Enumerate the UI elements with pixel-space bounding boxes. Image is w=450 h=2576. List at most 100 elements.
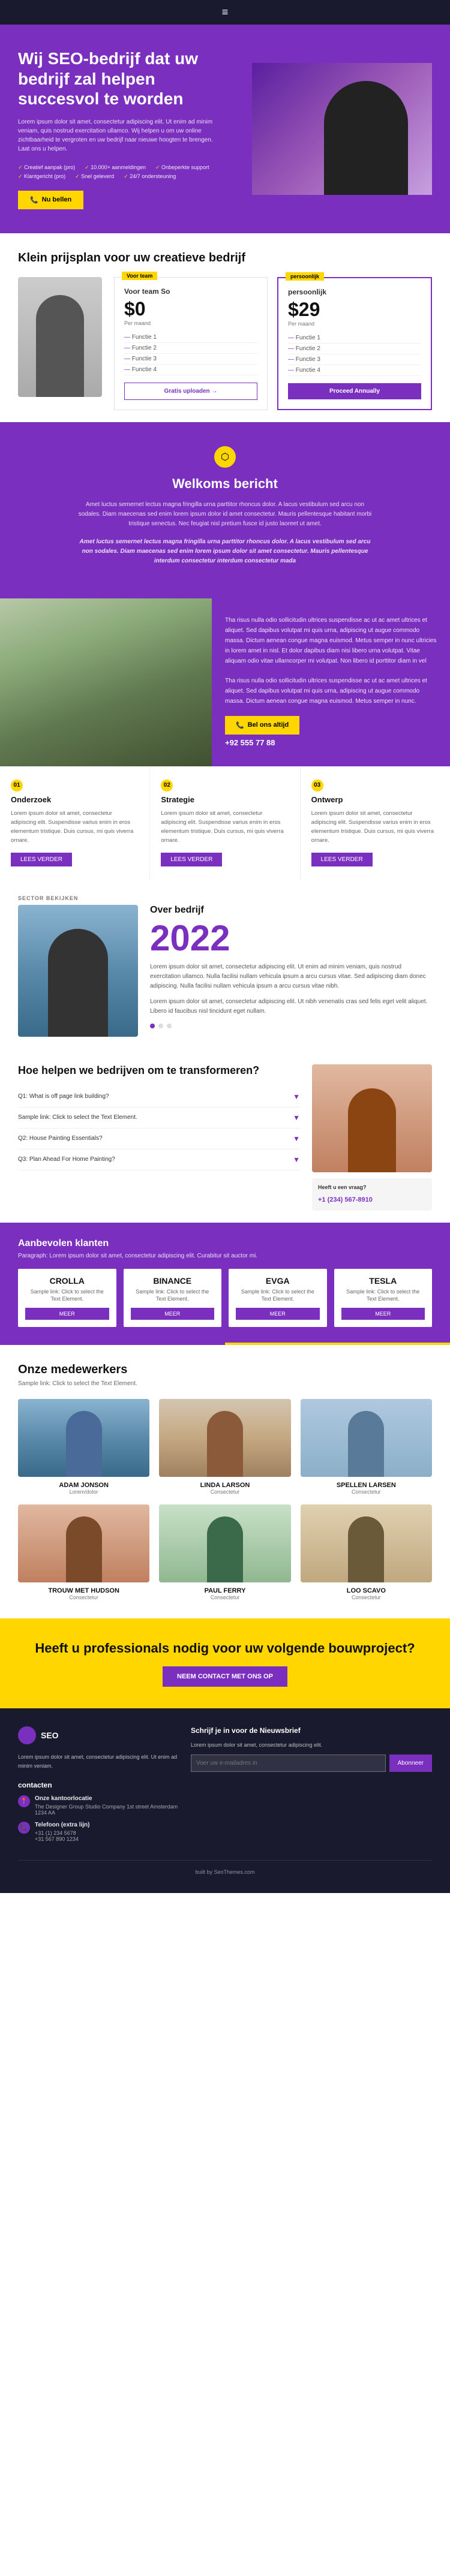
service-cta-3[interactable]: LEES VERDER bbox=[311, 853, 373, 866]
clients-desc: Paragraph: Lorem ipsum dolor sit amet, c… bbox=[18, 1253, 432, 1259]
over-label: SECTOR BEKIJKEN bbox=[18, 895, 432, 901]
newsletter-form: Abonneer bbox=[191, 1755, 432, 1772]
faq-contact-box: Heeft u een vraag? +1 (234) 567-8910 bbox=[312, 1178, 432, 1211]
footer-phone-label: Telefoon (extra lijn) bbox=[35, 1822, 90, 1828]
cta-title: Heeft u professionals nodig voor uw volg… bbox=[18, 1640, 432, 1657]
welcome-body: Amet luctus semernet lectus magna fringi… bbox=[75, 500, 375, 529]
services-section: 01 Onderzoek Lorem ipsum dolor sit amet,… bbox=[0, 766, 450, 880]
building-bg bbox=[0, 598, 212, 766]
personal-card-header: persoonlijk bbox=[288, 288, 421, 296]
footer-logo-circle bbox=[18, 1726, 36, 1744]
client-desc-1: Sample link: Click to select the Text El… bbox=[25, 1288, 109, 1303]
team-silhouette-2 bbox=[207, 1411, 243, 1477]
content-section: Tha risus nulla odio sollicitudin ultric… bbox=[0, 598, 450, 766]
personal-period: Per maand bbox=[288, 321, 421, 327]
footer-contact-desc: Lorem ipsum dolor sit amet, consectetur … bbox=[18, 1753, 179, 1770]
content-phone-label: Bel ons altijd bbox=[248, 721, 289, 729]
faq-left: Hoe helpen we bedrijven om te transforme… bbox=[18, 1064, 300, 1211]
faq-person-image bbox=[312, 1064, 432, 1172]
service-body-2: Lorem ipsum dolor sit amet, consectetur … bbox=[161, 809, 289, 845]
hero-person-silhouette bbox=[324, 81, 408, 195]
dot-2[interactable] bbox=[158, 1024, 163, 1028]
team-card-tag: Voor team bbox=[122, 272, 157, 280]
navbar: ≡ bbox=[0, 0, 450, 25]
team-role-5: Consectetur bbox=[159, 1594, 290, 1600]
clients-grid: CROLLA Sample link: Click to select the … bbox=[18, 1269, 432, 1327]
pricing-team-card: Voor team Voor team So $0 Per maand Func… bbox=[114, 277, 268, 410]
check-1: Creatief aanpak (pro) bbox=[18, 164, 75, 171]
team-name-4: TROUW MET HUDSON bbox=[18, 1587, 149, 1594]
over-person-image bbox=[18, 905, 138, 1037]
hero-image bbox=[252, 63, 432, 195]
dot-3[interactable] bbox=[167, 1024, 172, 1028]
team-role-6: Consectetur bbox=[301, 1594, 432, 1600]
team-role-4: Consectetur bbox=[18, 1594, 149, 1600]
team-section: Onze medewerkers Sample link: Click to s… bbox=[0, 1345, 450, 1618]
cards-container: Voor team Voor team So $0 Per maand Func… bbox=[114, 277, 432, 410]
faq-item-2[interactable]: Sample link: Click to select the Text El… bbox=[18, 1108, 300, 1128]
team-title: Onze medewerkers bbox=[18, 1363, 432, 1377]
faq-item-4[interactable]: Q3: Plan Ahead For Home Painting? ▼ bbox=[18, 1149, 300, 1170]
personal-features: Functie 1 Functie 2 Functie 3 Functie 4 bbox=[288, 333, 421, 376]
dot-1[interactable] bbox=[150, 1024, 155, 1028]
pricing-personal-card: persoonlijk persoonlijk $29 Per maand Fu… bbox=[277, 277, 432, 410]
team-silhouette-4 bbox=[66, 1516, 102, 1582]
content-call-button[interactable]: 📞 Bel ons altijd bbox=[225, 716, 299, 735]
welcome-icon: ⬡ bbox=[214, 446, 236, 468]
faq-item-3[interactable]: Q2: House Painting Essentials? ▼ bbox=[18, 1128, 300, 1149]
team-role-2: Consectetur bbox=[159, 1489, 290, 1495]
hamburger-icon[interactable]: ≡ bbox=[222, 6, 229, 19]
faq-arrow-2: ▼ bbox=[293, 1114, 300, 1122]
client-cta-4[interactable]: MEER bbox=[341, 1308, 425, 1320]
check-5: Snel geleverd bbox=[75, 173, 114, 180]
footer-contact-col: SEO Lorem ipsum dolor sit amet, consecte… bbox=[18, 1726, 179, 1848]
service-cta-2[interactable]: LEES VERDER bbox=[161, 853, 222, 866]
check-2: 10.000+ aanmeldingen bbox=[85, 164, 146, 171]
over-content: Over bedrijf 2022 Lorem ipsum dolor sit … bbox=[18, 905, 432, 1037]
service-title-1: Onderzoek bbox=[11, 795, 139, 804]
faq-person-silhouette bbox=[348, 1088, 396, 1172]
faq-q4: Q3: Plan Ahead For Home Painting? bbox=[18, 1156, 115, 1163]
client-cta-3[interactable]: MEER bbox=[236, 1308, 320, 1320]
faq-right: Heeft u een vraag? +1 (234) 567-8910 bbox=[312, 1064, 432, 1211]
team-member-6: LOO SCAVO Consectetur bbox=[301, 1504, 432, 1600]
footer-phone1: +31 (1) 234 5678 bbox=[35, 1830, 90, 1836]
client-cta-2[interactable]: MEER bbox=[131, 1308, 215, 1320]
team-period: Per maand bbox=[124, 320, 257, 326]
over-body2: Lorem ipsum dolor sit amet, consectetur … bbox=[150, 997, 432, 1016]
team-cta-button[interactable]: Gratis uploaden → bbox=[124, 383, 257, 400]
footer: SEO Lorem ipsum dolor sit amet, consecte… bbox=[0, 1708, 450, 1893]
service-body-3: Lorem ipsum dolor sit amet, consectetur … bbox=[311, 809, 439, 845]
client-cta-1[interactable]: MEER bbox=[25, 1308, 109, 1320]
welcome-section: ⬡ Welkoms bericht Amet luctus semernet l… bbox=[0, 422, 450, 598]
team-name-5: PAUL FERRY bbox=[159, 1587, 290, 1594]
footer-copyright: built by SeoThemes.com bbox=[195, 1869, 254, 1875]
team-name-6: LOO SCAVO bbox=[301, 1587, 432, 1594]
over-section: SECTOR BEKIJKEN Over bedrijf 2022 Lorem … bbox=[0, 880, 450, 1052]
welcome-highlight: Amet luctus semernet lectus magna fringi… bbox=[75, 537, 375, 566]
client-logo-2: BINANCE bbox=[131, 1276, 215, 1286]
client-logo-1: CROLLA bbox=[25, 1276, 109, 1286]
faq-q2: Sample link: Click to select the Text El… bbox=[18, 1114, 137, 1121]
team-name-3: SPELLEN LARSEN bbox=[301, 1482, 432, 1489]
team-feature-1: Functie 1 bbox=[124, 332, 257, 343]
phone-icon-2: 📞 bbox=[236, 721, 244, 729]
footer-phone2: +31 567 890 1234 bbox=[35, 1836, 90, 1842]
service-cta-1[interactable]: LEES VERDER bbox=[11, 853, 72, 866]
call-button[interactable]: 📞 Nu bellen bbox=[18, 191, 83, 209]
client-logo-3: EVGA bbox=[236, 1276, 320, 1286]
cta-button[interactable]: NEEM CONTACT MET ONS OP bbox=[163, 1666, 287, 1687]
footer-phone-item: 📞 Telefoon (extra lijn) +31 (1) 234 5678… bbox=[18, 1822, 179, 1842]
hero-content: Wij SEO-bedrijf dat uw bedrijf zal helpe… bbox=[18, 49, 222, 209]
newsletter-subscribe-button[interactable]: Abonneer bbox=[389, 1755, 432, 1772]
personal-cta-button[interactable]: Proceed Annually bbox=[288, 383, 421, 399]
footer-address: The Designer Group Studio Company 1st st… bbox=[35, 1804, 179, 1816]
hero-checks: Creatief aanpak (pro) 10.000+ aanmelding… bbox=[18, 164, 222, 180]
newsletter-email-input[interactable] bbox=[191, 1755, 386, 1772]
content-phone-number: +92 555 77 88 bbox=[225, 738, 437, 747]
footer-logo-area: SEO bbox=[18, 1726, 179, 1744]
phone-icon: 📞 bbox=[30, 196, 38, 204]
phone-footer-icon: 📞 bbox=[18, 1822, 30, 1834]
team-member-4: TROUW MET HUDSON Consectetur bbox=[18, 1504, 149, 1600]
faq-item-1[interactable]: Q1: What is off page link building? ▼ bbox=[18, 1087, 300, 1108]
